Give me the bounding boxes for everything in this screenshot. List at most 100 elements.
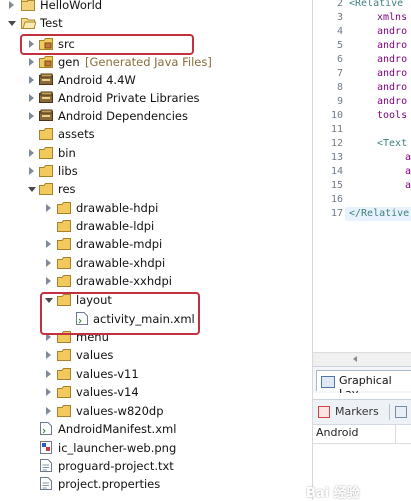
code-line: tools (377, 110, 408, 121)
folder-icon (39, 182, 54, 195)
tree-item-libs[interactable]: libs (0, 162, 300, 180)
code-line: a (405, 180, 411, 191)
tree-item-test[interactable]: Test (0, 14, 300, 32)
code-line: andro (377, 68, 408, 79)
markers-tab[interactable]: Markers (335, 405, 379, 418)
tree-item-drawable-ldpi[interactable]: drawable-ldpi (0, 217, 300, 235)
expand-arrow-icon[interactable] (46, 351, 51, 359)
tree-item-bin[interactable]: bin (0, 144, 300, 162)
xml-editor[interactable]: 2 3 4 5 6 7 8 9 10 11 12 13 14 15 16 17 … (313, 0, 411, 365)
expand-arrow-icon[interactable] (46, 259, 51, 267)
graphical-layout-tab[interactable]: Graphical Lay (316, 370, 411, 400)
tree-item-label: ic_launcher-web.png (58, 441, 177, 455)
tree-item-res[interactable]: res (0, 180, 300, 198)
expand-arrow-icon[interactable] (29, 112, 34, 120)
expand-arrow-icon[interactable] (29, 76, 34, 84)
tree-item-helloworld[interactable]: HelloWorld (0, 0, 300, 14)
tree-item-label: gen (58, 55, 80, 69)
code-line: andro (377, 82, 408, 93)
expand-arrow-icon[interactable] (29, 94, 34, 102)
collapse-arrow-icon[interactable] (28, 187, 36, 192)
header-divider (313, 443, 411, 444)
tree-item-label: drawable-xhdpi (76, 256, 166, 270)
folder-icon (57, 201, 72, 214)
watermark-logo: Bai 经验 (306, 486, 360, 501)
expand-arrow-icon[interactable] (9, 1, 14, 9)
tree-item-drawable-xhdpi[interactable]: drawable-xhdpi (0, 254, 300, 272)
tree-item-label: bin (58, 146, 76, 160)
tree-item-label: drawable-mdpi (76, 237, 163, 251)
editor-horizontal-scrollbar[interactable] (313, 352, 411, 366)
folder-icon (57, 274, 72, 287)
collapse-arrow-icon[interactable] (8, 21, 16, 26)
tree-item-values[interactable]: values (0, 346, 300, 364)
expand-arrow-icon[interactable] (46, 240, 51, 248)
tree-item-label: assets (58, 127, 95, 141)
expand-arrow-icon[interactable] (46, 277, 51, 285)
tree-item-proguard-project-txt[interactable]: proguard-project.txt (0, 457, 300, 475)
tree-item-label: libs (58, 164, 78, 178)
line-number: 2 (336, 0, 343, 9)
line-number: 4 (336, 26, 343, 37)
tree-item-drawable-mdpi[interactable]: drawable-mdpi (0, 235, 300, 253)
expand-arrow-icon[interactable] (46, 370, 51, 378)
folder-icon (39, 164, 54, 177)
folder-icon (57, 404, 72, 417)
folder-icon (57, 348, 72, 361)
tree-item-label: res (58, 182, 76, 196)
line-number: 6 (336, 54, 343, 65)
tree-item-label: Android Private Libraries (58, 91, 200, 105)
tree-item-label: values-v11 (76, 367, 139, 381)
tree-item-values-v14[interactable]: values-v14 (0, 383, 300, 401)
expand-arrow-icon[interactable] (46, 204, 51, 212)
folder-icon (39, 146, 54, 159)
column-header-android[interactable]: Android (316, 426, 359, 439)
expand-arrow-icon[interactable] (46, 407, 51, 415)
line-number: 13 (330, 152, 343, 163)
tree-item-drawable-hdpi[interactable]: drawable-hdpi (0, 199, 300, 217)
tree-item-android-dependencies[interactable]: Android Dependencies (0, 107, 300, 125)
tree-item-label: Android 4.4W (58, 73, 136, 87)
code-line: </Relative (349, 208, 410, 219)
library-icon (39, 91, 54, 104)
tree-item-ic-launcher-web-png[interactable]: ic_launcher-web.png (0, 439, 300, 457)
folder-icon (57, 385, 72, 398)
package-folder-icon (39, 55, 54, 68)
line-number: 9 (336, 96, 343, 107)
editor-tab-bar: Graphical Lay (313, 366, 411, 400)
tree-item-android-manifest[interactable]: AndroidManifest.xml (0, 420, 300, 438)
column-separator[interactable] (395, 424, 396, 444)
line-number: 12 (330, 138, 343, 149)
expand-arrow-icon[interactable] (46, 388, 51, 396)
highlight-box-src (20, 34, 194, 55)
tree-item-gen[interactable]: gen [Generated Java Files] (0, 53, 300, 71)
tree-item-assets[interactable]: assets (0, 125, 300, 143)
tree-item-android-4-4w[interactable]: Android 4.4W (0, 71, 300, 89)
folder-icon (57, 367, 72, 380)
code-line: a (405, 152, 411, 163)
code-line: andro (377, 26, 408, 37)
tree-item-label: values-w820dp (76, 404, 164, 418)
tree-item-android-private-libraries[interactable]: Android Private Libraries (0, 89, 300, 107)
line-number: 15 (330, 180, 343, 191)
line-number: 14 (330, 166, 343, 177)
expand-arrow-icon[interactable] (29, 167, 34, 175)
tree-item-values-w820dp[interactable]: values-w820dp (0, 402, 300, 420)
tree-item-label: AndroidManifest.xml (58, 422, 177, 436)
tree-item-project-properties[interactable]: project.properties (0, 475, 300, 493)
expand-arrow-icon[interactable] (29, 149, 34, 157)
highlight-box-layout (40, 292, 200, 335)
line-number: 8 (336, 82, 343, 93)
project-open-icon (21, 16, 37, 29)
image-file-icon (39, 441, 54, 454)
text-file-icon (39, 459, 54, 472)
xml-file-icon (39, 422, 54, 435)
scroll-left-icon[interactable] (353, 356, 357, 362)
package-explorer: HelloWorld Test src gen [Generated Java … (0, 0, 312, 500)
tree-item-values-v11[interactable]: values-v11 (0, 365, 300, 383)
tree-item-label: values (76, 348, 114, 362)
properties-icon[interactable] (395, 406, 407, 418)
markers-icon (318, 406, 330, 418)
tree-item-drawable-xxhdpi[interactable]: drawable-xxhdpi (0, 272, 300, 290)
expand-arrow-icon[interactable] (29, 58, 34, 66)
